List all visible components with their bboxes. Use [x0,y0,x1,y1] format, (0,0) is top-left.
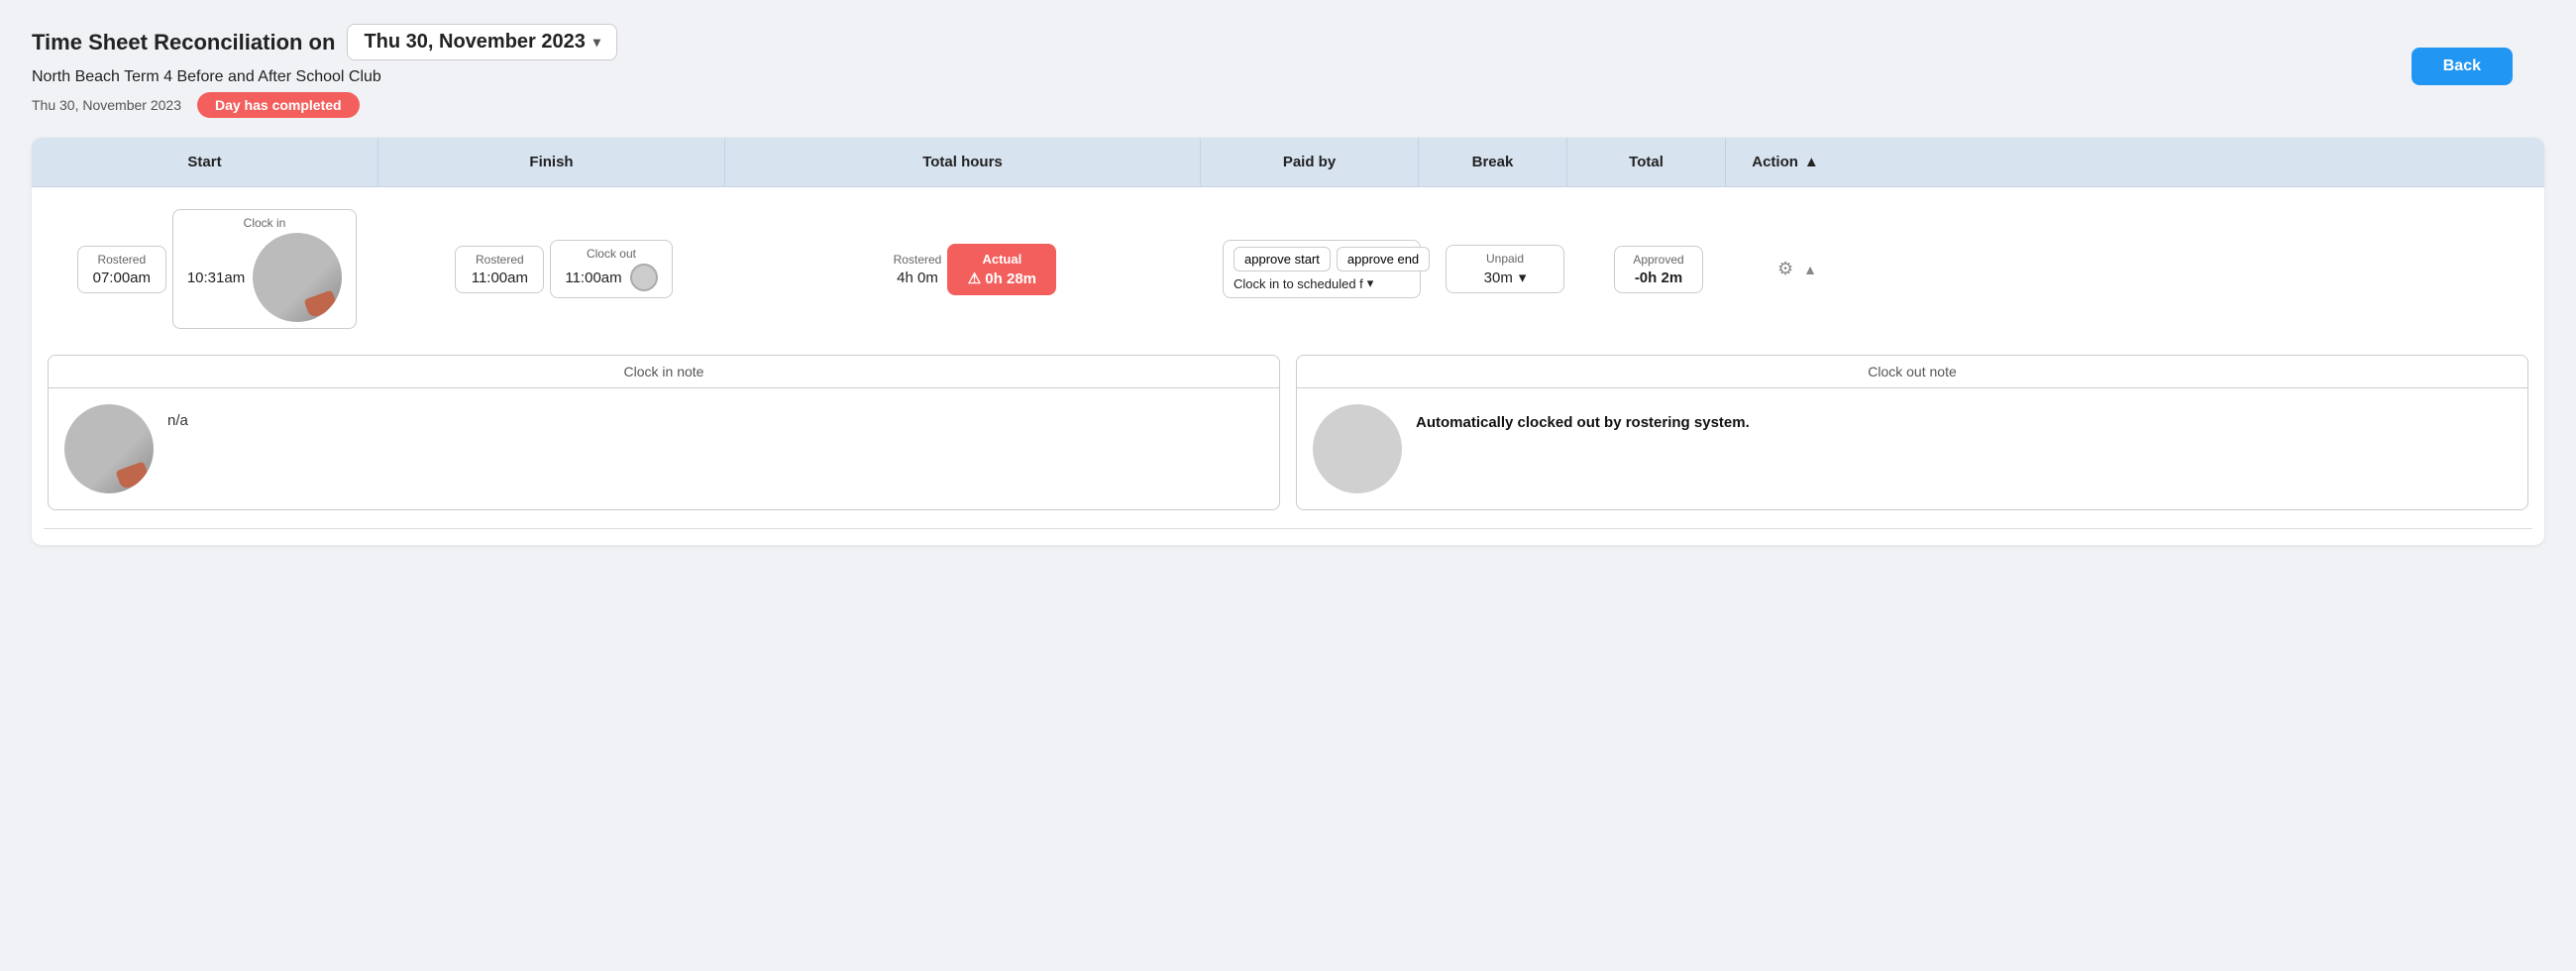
clock-out-toggle[interactable] [630,264,658,291]
clock-in-note-text: n/a [167,404,188,429]
clock-out-box: Clock out 11:00am [550,240,672,298]
total-cell: Approved -0h 2m [1579,240,1738,299]
collapse-icon[interactable]: ▲ [1803,262,1817,277]
total-box: Approved -0h 2m [1614,246,1703,293]
paid-by-box: approve start approve end Clock in to sc… [1223,240,1421,298]
meta-date: Thu 30, November 2023 [32,97,181,113]
paid-by-chevron-icon: ▾ [1367,275,1374,291]
finish-cell: Rostered 11:00am Clock out 11:00am [390,234,737,304]
rostered-start-label: Rostered [92,253,152,267]
page-title: Time Sheet Reconciliation on [32,30,335,55]
th-start: Start [32,138,378,186]
break-label: Unpaid [1456,252,1554,266]
actual-hours-badge: Actual ⚠ 0h 28m [947,244,1056,295]
clock-in-box: Clock in 10:31am [172,209,357,329]
row-separator [44,528,2532,529]
actual-value: ⚠ 0h 28m [965,270,1038,287]
th-finish: Finish [378,138,725,186]
clock-in-note-box: Clock in note n/a [48,355,1280,510]
break-cell: Unpaid 30m ▾ [1431,239,1579,299]
clock-in-label: Clock in [187,216,342,230]
actual-label: Actual [965,252,1038,267]
start-cell: Rostered 07:00am Clock in 10:31am [44,203,390,335]
total-approved-value: -0h 2m [1629,270,1688,286]
clock-in-note-avatar [64,404,154,493]
clock-in-value: 10:31am [187,270,245,286]
break-chevron-icon: ▾ [1519,269,1527,286]
clock-out-value: 11:00am [565,270,621,286]
clock-out-note-avatar [1313,404,1402,493]
total-approved-label: Approved [1629,253,1688,267]
th-total: Total [1567,138,1726,186]
total-hours-cell: Rostered 4h 0m Actual ⚠ 0h 28m [737,238,1213,301]
th-action: Action ▲ [1726,138,1845,186]
clock-in-avatar [253,233,342,322]
day-completed-badge: Day has completed [197,92,360,118]
date-dropdown[interactable]: Thu 30, November 2023 ▾ [347,24,616,60]
th-break: Break [1419,138,1567,186]
th-paid-by: Paid by [1201,138,1419,186]
timesheet-table: Start Finish Total hours Paid by Break T… [32,138,2544,545]
rostered-hours-cell: Rostered 4h 0m [894,253,942,286]
rostered-start-value: 07:00am [92,270,152,286]
gear-icon[interactable]: ⚙ [1777,259,1793,279]
table-row: Rostered 07:00am Clock in 10:31am [44,203,2532,335]
approve-end-button[interactable]: approve end [1337,247,1430,271]
action-cell: ⚙ ▲ [1738,253,1857,285]
clock-out-label: Clock out [565,247,657,261]
clock-out-note-box: Clock out note Automatically clocked out… [1296,355,2528,510]
clock-out-note-header: Clock out note [1297,356,2527,388]
th-total-hours: Total hours [725,138,1201,186]
sort-icon: ▲ [1804,154,1819,170]
table-body: Rostered 07:00am Clock in 10:31am [32,187,2544,545]
table-header: Start Finish Total hours Paid by Break T… [32,138,2544,187]
rostered-hours-value: 4h 0m [894,270,942,286]
break-box: Unpaid 30m ▾ [1446,245,1564,293]
back-button[interactable]: Back [2412,48,2513,85]
organization-name: North Beach Term 4 Before and After Scho… [32,68,2544,86]
chevron-down-icon: ▾ [593,34,600,51]
rostered-start-box: Rostered 07:00am [77,246,166,293]
break-value[interactable]: 30m ▾ [1456,269,1554,286]
date-dropdown-value: Thu 30, November 2023 [364,31,585,54]
paid-by-cell: approve start approve end Clock in to sc… [1213,234,1431,304]
paid-by-value[interactable]: Clock in to scheduled f ▾ [1234,275,1410,291]
clock-out-note-text: Automatically clocked out by rostering s… [1416,404,1750,435]
notes-section: Clock in note n/a Clock out note Automat… [44,355,2532,510]
rostered-finish-box: Rostered 11:00am [455,246,544,293]
rostered-finish-value: 11:00am [470,270,529,286]
rostered-finish-label: Rostered [470,253,529,267]
clock-in-note-header: Clock in note [49,356,1279,388]
approve-start-button[interactable]: approve start [1234,247,1331,271]
rostered-hours-label: Rostered [894,253,942,267]
